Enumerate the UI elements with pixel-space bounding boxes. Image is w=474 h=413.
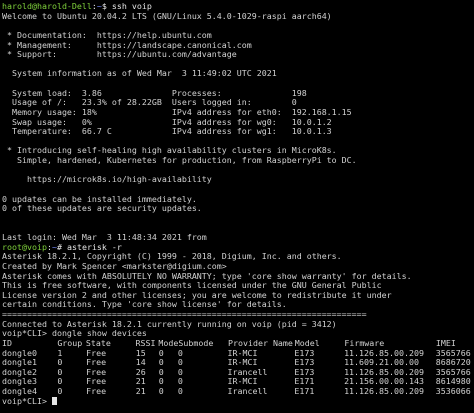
updates-line: 0 of these updates are security updates. (2, 203, 202, 214)
terminal-window[interactable]: harold@harold-Dell:~$ ssh voip Welcome t… (0, 0, 474, 413)
text-cursor (51, 396, 57, 405)
table-cell: 21 (135, 386, 146, 396)
table-cell: 0 (177, 376, 183, 387)
microk8s-line: Simple, hardened, Kubernetes for product… (2, 155, 357, 165)
cli-prompt-line[interactable]: voip*CLI> (2, 395, 474, 407)
prompt-user-host: harold@harold-Dell (2, 1, 92, 11)
welcome-message: Welcome to Ubuntu 20.04.2 LTS (GNU/Linux… (2, 10, 332, 21)
microk8s-link-line: https://microk8s.io/high-availability (2, 174, 212, 185)
table-row: dongle4 0 Free 21 0 0 Irancell E171 11.1… (2, 386, 474, 397)
table-cell: 0 (177, 357, 183, 368)
prompt-user-host: root@voip (2, 241, 47, 252)
table-cell: 0 (177, 347, 183, 358)
table-cell: 0 (158, 386, 164, 396)
table-cell: 0 (177, 366, 183, 377)
table-cell: 0 (177, 386, 183, 396)
sysinfo-header: System information as of Wed Mar 3 11:49… (2, 68, 277, 79)
sysinfo-line: Temperature: 66.7 C IPv4 address for wg1… (2, 126, 332, 137)
cli-prompt: voip*CLI> (2, 395, 52, 406)
table-cell: Irancell (227, 386, 268, 396)
command-text: ssh voip (106, 1, 152, 11)
table-cell: 11.126.85.00.209 (344, 386, 424, 396)
table-cell: 3536066 (435, 386, 471, 396)
devices-table: ID Group State RSSI Mode Submode Provide… (2, 337, 474, 397)
column-header: Submode (178, 337, 214, 348)
table-cell: Free (86, 386, 107, 396)
support-link-line: * Support: https://ubuntu.com/advantage (2, 49, 237, 60)
command-text: asterisk -r (61, 241, 122, 252)
table-cell: E171 (294, 386, 315, 396)
table-cell: 0 (57, 386, 63, 396)
